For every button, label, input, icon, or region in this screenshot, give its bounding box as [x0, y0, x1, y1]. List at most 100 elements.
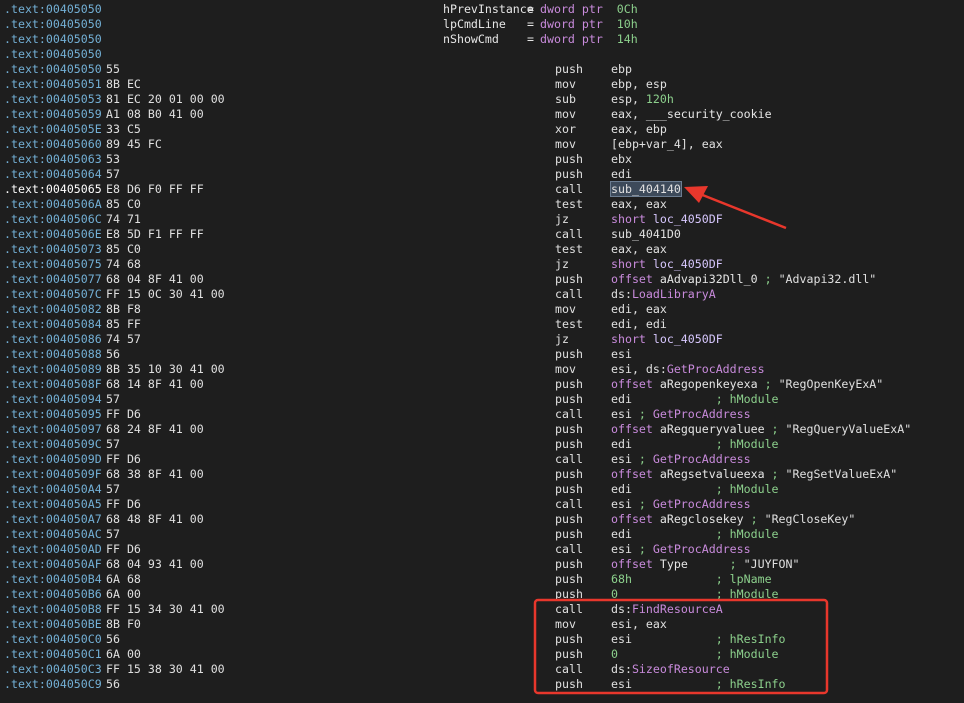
operands[interactable]: ebp — [611, 62, 632, 77]
operands[interactable]: short loc_4050DF — [611, 332, 723, 347]
listing-line[interactable]: .text:00405065 E8 D6 F0 FF FF call sub_4041… — [0, 181, 964, 197]
address[interactable]: .text:004050AD — [4, 542, 102, 557]
operand-token[interactable]: aRegclosekey — [660, 512, 744, 526]
operands[interactable]: 68h ; lpName — [611, 572, 772, 587]
operands[interactable]: ebx — [611, 152, 632, 167]
operands[interactable]: ds:FindResourceA — [611, 602, 723, 617]
listing-line[interactable]: .text:004050B8 FF 15 34 30 41 00 call ds:Fi… — [0, 602, 964, 617]
address[interactable]: .text:0040506E — [4, 227, 102, 242]
operands[interactable]: offset aRegsetvalueexa ; "RegSetValueExA… — [611, 467, 897, 482]
address[interactable]: .text:00405088 — [4, 347, 102, 362]
listing-line[interactable]: .text:004050A4 57 push edi ; hModule — [0, 482, 964, 497]
listing-line[interactable]: .text:004050AC 57 push edi ; hModule — [0, 527, 964, 542]
listing-line[interactable]: .text:004050BE 8B F0 mov esi, eax — [0, 617, 964, 632]
listing-line[interactable]: .text:004050C0 56 push esi ; hResInfo — [0, 632, 964, 647]
address[interactable]: .text:004050B8 — [4, 602, 102, 617]
address[interactable]: .text:00405050 — [4, 62, 102, 77]
listing-line[interactable]: .text:0040509C 57 push edi ; hModule — [0, 437, 964, 452]
address[interactable]: .text:00405094 — [4, 392, 102, 407]
address[interactable]: .text:0040507C — [4, 287, 102, 302]
address[interactable]: .text:004050C9 — [4, 677, 102, 692]
address[interactable]: .text:00405064 — [4, 167, 102, 182]
listing-line[interactable]: .text:00405073 85 C0 test eax, eax — [0, 242, 964, 257]
address[interactable]: .text:0040505E — [4, 122, 102, 137]
operand-token[interactable]: aRegopenkeyexa — [660, 377, 758, 391]
operands[interactable]: edi ; hModule — [611, 527, 779, 542]
operand-token[interactable]: ___security_cookie — [646, 107, 772, 121]
operands[interactable]: 0 ; hModule — [611, 647, 779, 662]
listing-line[interactable]: .text:00405060 89 45 FC mov [ebp+var_4], ea… — [0, 137, 964, 152]
address[interactable]: .text:0040508F — [4, 377, 102, 392]
address[interactable]: .text:00405050 — [4, 32, 102, 47]
stack-var-name[interactable]: nShowCmd — [443, 32, 499, 47]
listing-line[interactable]: .text:00405059 A1 08 B0 41 00 mov eax, ___s… — [0, 107, 964, 122]
operands[interactable]: edi ; hModule — [611, 437, 779, 452]
address[interactable]: .text:004050A7 — [4, 512, 102, 527]
operands[interactable]: esi — [611, 347, 632, 362]
operands[interactable]: esi ; hResInfo — [611, 677, 786, 692]
address[interactable]: .text:00405097 — [4, 422, 102, 437]
listing-line[interactable]: .text:00405077 68 04 8F 41 00 push offset a… — [0, 272, 964, 287]
address[interactable]: .text:004050C3 — [4, 662, 102, 677]
operand-token[interactable]: LoadLibraryA — [632, 287, 716, 301]
listing-line[interactable]: .text:004050AF 68 04 93 41 00 push offset T… — [0, 557, 964, 572]
operands[interactable]: short loc_4050DF — [611, 257, 723, 272]
listing-line[interactable]: .text:004050A5 FF D6 call esi ; GetProcAddr… — [0, 497, 964, 512]
address[interactable]: .text:004050A4 — [4, 482, 102, 497]
listing-line[interactable]: .text:00405050 55 push ebp — [0, 62, 964, 77]
stack-var-name[interactable]: lpCmdLine — [443, 17, 506, 32]
address[interactable]: .text:00405060 — [4, 137, 102, 152]
operand-token[interactable]: Type — [660, 557, 688, 571]
operand-token[interactable]: loc_4050DF — [653, 257, 723, 271]
listing-line[interactable]: .text:0040508F 68 14 8F 41 00 push offset a… — [0, 377, 964, 392]
listing-line[interactable]: .text:0040506E E8 5D F1 FF FF call sub_4041… — [0, 227, 964, 242]
operands[interactable]: esi ; GetProcAddress — [611, 542, 751, 557]
address[interactable]: .text:0040506A — [4, 197, 102, 212]
address[interactable]: .text:00405084 — [4, 317, 102, 332]
listing-line[interactable]: .text:00405086 74 57 jz short loc_4050DF — [0, 332, 964, 347]
address[interactable]: .text:004050AC — [4, 527, 102, 542]
address[interactable]: .text:00405050 — [4, 17, 102, 32]
stack-var-name[interactable]: hPrevInstance — [443, 2, 534, 17]
operands[interactable]: eax, ___security_cookie — [611, 107, 772, 122]
listing-line[interactable]: .text:004050C9 56 push esi ; hResInfo — [0, 677, 964, 692]
listing-line[interactable]: .text:00405075 74 68 jz short loc_4050DF — [0, 257, 964, 272]
address[interactable]: .text:0040506C — [4, 212, 102, 227]
address[interactable]: .text:004050A5 — [4, 497, 102, 512]
address[interactable]: .text:004050C0 — [4, 632, 102, 647]
operands[interactable]: esp, 120h — [611, 92, 674, 107]
address[interactable]: .text:00405050 — [4, 47, 102, 62]
address[interactable]: .text:0040509D — [4, 452, 102, 467]
address[interactable]: .text:004050AF — [4, 557, 102, 572]
listing-line[interactable]: .text:00405084 85 FF test edi, edi — [0, 317, 964, 332]
operands[interactable]: [ebp+var_4], eax — [611, 137, 723, 152]
listing-line[interactable]: .text:00405050 nShowCmd = dword ptr 14h — [0, 32, 964, 47]
operands[interactable]: offset Type ; "JUYFON" — [611, 557, 799, 572]
listing-line[interactable]: .text:00405082 8B F8 mov edi, eax — [0, 302, 964, 317]
disassembly-listing[interactable]: .text:00405050 hPrevInstance = dword ptr 0C… — [0, 2, 964, 692]
operands[interactable]: edi, edi — [611, 317, 667, 332]
address[interactable]: .text:00405059 — [4, 107, 102, 122]
address[interactable]: .text:00405086 — [4, 332, 102, 347]
operands[interactable]: offset aRegqueryvaluee ; "RegQueryValueE… — [611, 422, 911, 437]
listing-line[interactable]: .text:0040506C 74 71 jz short loc_4050DF — [0, 212, 964, 227]
address[interactable]: .text:00405082 — [4, 302, 102, 317]
operand-token[interactable]: aAdvapi32Dll_0 — [660, 272, 758, 286]
operand-token[interactable]: SizeofResource — [632, 662, 730, 676]
operands[interactable]: edi ; hModule — [611, 392, 779, 407]
address[interactable]: .text:00405053 — [4, 92, 102, 107]
operands[interactable]: offset aRegclosekey ; "RegCloseKey" — [611, 512, 855, 527]
listing-line[interactable]: .text:0040507C FF 15 0C 30 41 00 call ds:Lo… — [0, 287, 964, 302]
operands[interactable]: esi ; GetProcAddress — [611, 497, 751, 512]
address[interactable]: .text:00405075 — [4, 257, 102, 272]
address[interactable]: .text:00405095 — [4, 407, 102, 422]
operands[interactable]: eax, eax — [611, 197, 667, 212]
listing-line[interactable]: .text:004050A7 68 48 8F 41 00 push offset a… — [0, 512, 964, 527]
listing-line[interactable]: .text:00405089 8B 35 10 30 41 00 mov esi, d… — [0, 362, 964, 377]
operands[interactable]: esi, ds:GetProcAddress — [611, 362, 765, 377]
operand-token[interactable]: aRegsetvalueexa — [660, 467, 765, 481]
operands[interactable]: ebp, esp — [611, 77, 667, 92]
operand-token[interactable]: loc_4050DF — [653, 332, 723, 346]
listing-line[interactable]: .text:00405094 57 push edi ; hModule — [0, 392, 964, 407]
operands[interactable]: edi — [611, 167, 632, 182]
